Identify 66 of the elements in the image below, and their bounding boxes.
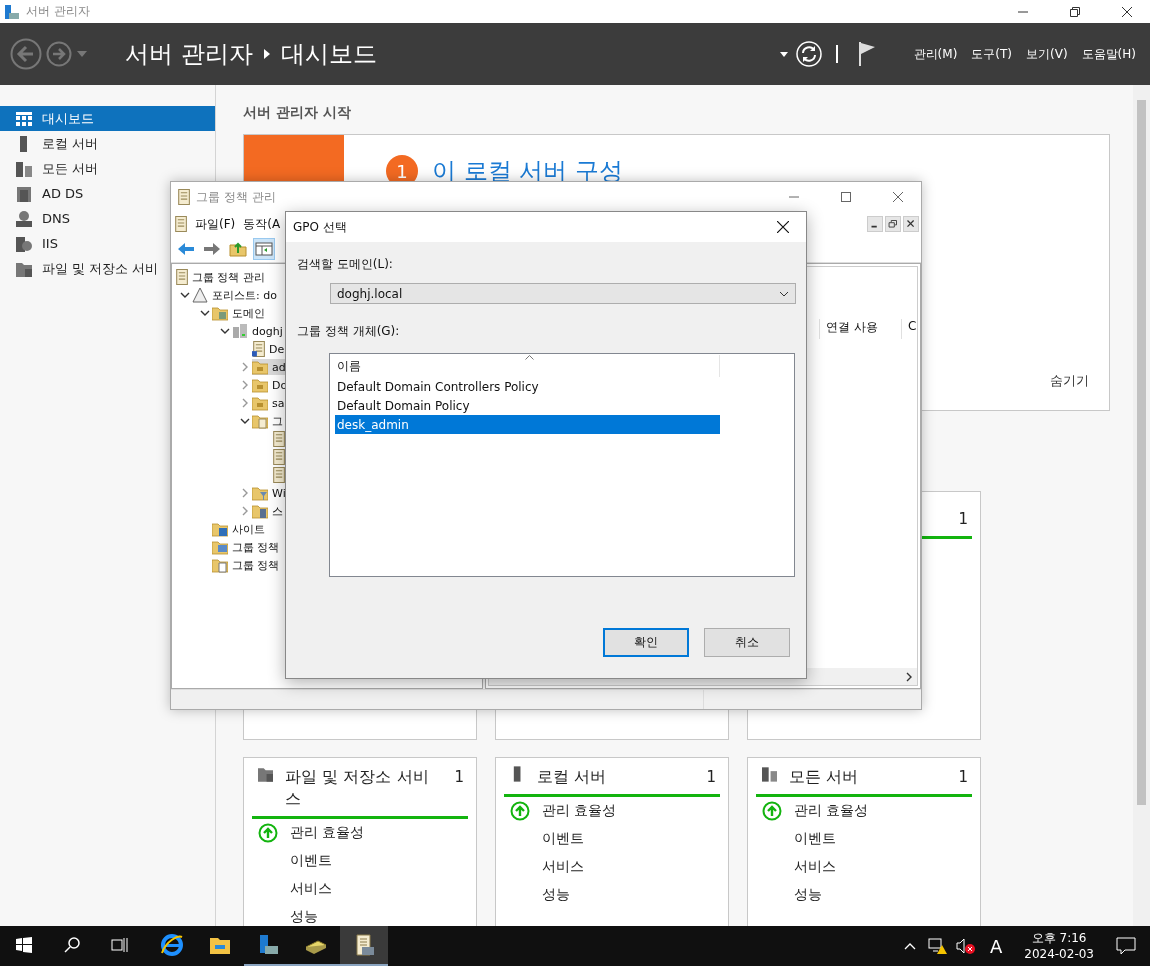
field-label: 검색할 도메인(L):	[297, 256, 394, 273]
column-header[interactable]: C	[901, 319, 917, 339]
tile-row-label[interactable]: 성능	[542, 886, 570, 904]
sidebar-item[interactable]: 파일 및 저장소 서비	[0, 256, 161, 281]
tile-row-label[interactable]: 이벤트	[290, 852, 332, 870]
list-item[interactable]: Default Domain Controllers Policy	[335, 377, 720, 396]
sidebar-item[interactable]: 모든 서버	[0, 156, 101, 181]
tree-item[interactable]: 그	[252, 413, 285, 429]
tile-row-label[interactable]: 이벤트	[542, 830, 584, 848]
tile-row-label[interactable]: 관리 효율성	[290, 824, 365, 842]
tree-item[interactable]: De	[252, 341, 287, 357]
sidebar-item[interactable]: IIS	[0, 231, 60, 256]
breadcrumb-item[interactable]: 서버 관리자	[125, 38, 253, 70]
tile-row-label[interactable]: 성능	[290, 908, 318, 926]
tree-item[interactable]: ad	[252, 359, 288, 375]
window-title: 서버 관리자	[26, 3, 91, 20]
dialog-button[interactable]: 취소	[704, 628, 790, 657]
tile-row-label[interactable]: 관리 효율성	[794, 802, 869, 820]
tree-item[interactable]: 그룹 정책	[212, 539, 282, 555]
tree-item[interactable]: 포리스트: do	[192, 287, 279, 303]
list-item[interactable]: desk_admin	[335, 415, 720, 434]
tree-item[interactable]: Wi	[252, 485, 288, 501]
sidebar-item[interactable]: 로컬 서버	[0, 131, 101, 156]
tree-item[interactable]: 그룹 정책 관리	[175, 269, 267, 285]
tree-item[interactable]: doghj	[232, 323, 285, 339]
tile-count: 1	[454, 767, 464, 788]
tile-row-label[interactable]: 이벤트	[794, 830, 836, 848]
tile-row-label[interactable]: 성능	[794, 886, 822, 904]
tree-item[interactable]: 스	[252, 503, 285, 519]
window-title: 그룹 정책 관리	[196, 188, 277, 206]
tile-row-label[interactable]: 서비스	[542, 858, 584, 876]
dialog-title: GPO 선택	[293, 218, 348, 236]
sidebar-item[interactable]: AD DS	[0, 181, 86, 206]
tree-item[interactable]: sa	[252, 395, 287, 411]
menu-item[interactable]: 도움말(H)	[1081, 45, 1136, 63]
tile-title[interactable]: 모든 서버	[789, 766, 947, 788]
tile-count: 1	[958, 509, 968, 530]
hide-link[interactable]: 숨기기	[1050, 372, 1089, 390]
domain-dropdown[interactable]: doghj.local	[330, 283, 796, 304]
menu-item[interactable]: 관리(M)	[913, 45, 958, 63]
sidebar-item[interactable]: DNS	[0, 206, 72, 231]
tile-row-label[interactable]: 서비스	[290, 880, 332, 898]
tile-count: 1	[958, 767, 968, 788]
sidebar-item[interactable]: 대시보드	[0, 106, 215, 131]
column-header[interactable]: 연결 사용	[819, 319, 901, 339]
tree-item[interactable]: 그룹 정책	[212, 557, 282, 573]
tile-row-label[interactable]: 서비스	[794, 858, 836, 876]
section-heading: 서버 관리자 시작	[243, 104, 352, 122]
dialog-button[interactable]: 확인	[603, 628, 689, 657]
tile-row-label[interactable]: 관리 효율성	[542, 802, 617, 820]
menu-item[interactable]: 보기(V)	[1026, 45, 1068, 63]
menu-item[interactable]: 동작(A	[243, 215, 281, 233]
input-indicator[interactable]: A	[989, 935, 1003, 957]
tree-item[interactable]: 사이트	[212, 521, 267, 537]
clock[interactable]: 오후 7:16 2024-02-03	[1024, 930, 1094, 962]
tile-count: 1	[706, 767, 716, 788]
list-item[interactable]: Default Domain Policy	[335, 396, 720, 415]
menu-item[interactable]: 도구(T)	[971, 45, 1013, 63]
column-header[interactable]: 이름	[335, 355, 720, 377]
tree-item[interactable]: 도메인	[212, 305, 267, 321]
tile-title[interactable]: 파일 및 저장소 서비스	[285, 766, 443, 810]
gpo-list[interactable]: 이름 Default Domain Controllers Policy Default Domain Policy desk_admin	[329, 353, 795, 577]
menu-item[interactable]: 파일(F)	[195, 215, 236, 233]
field-label: 그룹 정책 개체(G):	[297, 323, 401, 340]
tile-title[interactable]: 로컬 서버	[537, 766, 695, 788]
breadcrumb-item[interactable]: 대시보드	[280, 38, 377, 70]
